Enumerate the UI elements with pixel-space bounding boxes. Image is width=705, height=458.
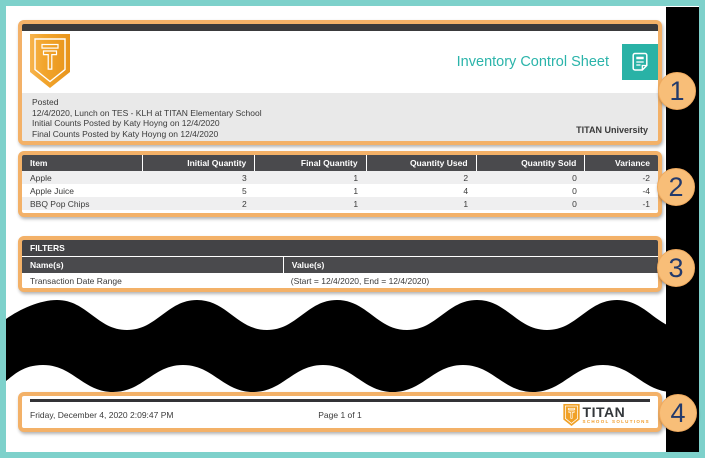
footer-titan-logo: TITAN SCHOOL SOLUTIONS — [562, 403, 650, 426]
filters-title-bar: FILTERS — [22, 240, 658, 256]
filter-name: Transaction Date Range — [30, 275, 122, 286]
cell-variance: -2 — [642, 172, 650, 183]
filters-title: FILTERS — [30, 243, 65, 253]
cell-used: 2 — [463, 172, 469, 183]
column-header-names: Name(s) — [30, 260, 64, 270]
titan-shield-logo — [30, 34, 70, 88]
cell-sold: 0 — [572, 172, 577, 183]
filter-value: (Start = 12/4/2020, End = 12/4/2020) — [290, 275, 430, 286]
cell-initial: 2 — [242, 198, 247, 209]
cell-variance: -4 — [642, 185, 650, 196]
table-row: Apple 3 1 2 0 -2 — [22, 171, 658, 184]
cell-initial: 5 — [242, 185, 247, 196]
posted-initial-counts-line: Initial Counts Posted by Katy Hoyng on 1… — [32, 118, 220, 129]
filter-row: Transaction Date Range (Start = 12/4/202… — [22, 273, 658, 288]
column-header-quantity-sold: Quantity Sold — [475, 155, 585, 171]
inventory-header-row: Item Initial Quantity Final Quantity Qua… — [22, 155, 658, 171]
footer-logo-subtitle: SCHOOL SOLUTIONS — [582, 418, 650, 424]
report-title: Inventory Control Sheet — [456, 54, 609, 70]
cell-sold: 0 — [572, 185, 577, 196]
titan-shield-icon — [562, 403, 580, 426]
table-row: BBQ Pop Chips 2 1 1 0 -1 — [22, 197, 658, 210]
cell-item: Apple — [30, 172, 52, 183]
footer-page-number: Page 1 of 1 — [318, 409, 362, 420]
column-header-quantity-used: Quantity Used — [365, 155, 477, 171]
filters-header-row: Name(s) Value(s) — [22, 257, 658, 273]
cell-item: BBQ Pop Chips — [30, 198, 90, 209]
callout-badge-3: 3 — [657, 249, 695, 287]
callout-badge-1: 1 — [658, 72, 696, 110]
table-row: Apple Juice 5 1 4 0 -4 — [22, 184, 658, 197]
column-header-variance: Variance — [584, 155, 658, 171]
cell-used: 1 — [463, 198, 469, 209]
annotation-box-header: Inventory Control Sheet Posted 12/4/2020… — [18, 20, 662, 145]
cell-variance: -1 — [642, 198, 650, 209]
annotation-box-inventory-table: Item Initial Quantity Final Quantity Qua… — [18, 151, 662, 217]
column-header-final-quantity: Final Quantity — [254, 155, 367, 171]
callout-badge-2: 2 — [657, 168, 695, 206]
posted-summary: Posted 12/4/2020, Lunch on TES - KLH at … — [22, 93, 658, 141]
footer-logo-wordmark: TITAN — [582, 403, 626, 420]
page-frame: Inventory Control Sheet Posted 12/4/2020… — [0, 0, 705, 458]
annotation-box-footer: Friday, December 4, 2020 2:09:47 PM Page… — [18, 392, 662, 432]
posted-event-line: 12/4/2020, Lunch on TES - KLH at TITAN E… — [32, 107, 262, 118]
report-header: Inventory Control Sheet — [22, 31, 658, 93]
column-header-item: Item — [22, 155, 143, 171]
torn-page-wave — [6, 300, 699, 392]
cell-final: 1 — [353, 198, 359, 209]
cell-sold: 0 — [572, 198, 577, 209]
cell-used: 4 — [463, 185, 469, 196]
cell-item: Apple Juice — [30, 185, 74, 196]
cell-initial: 3 — [242, 172, 247, 183]
posted-final-counts-line: Final Counts Posted by Katy Hoyng on 12/… — [32, 128, 219, 139]
annotation-box-filters: FILTERS Name(s) Value(s) Transaction Dat… — [18, 236, 662, 292]
column-header-initial-quantity: Initial Quantity — [142, 155, 255, 171]
cell-final: 1 — [353, 185, 359, 196]
cell-final: 1 — [353, 172, 359, 183]
posted-label: Posted — [32, 97, 59, 107]
organization-name: TITAN University — [576, 125, 648, 136]
report-document-icon — [622, 44, 658, 80]
inventory-table: Item Initial Quantity Final Quantity Qua… — [22, 155, 658, 210]
callout-badge-4: 4 — [659, 394, 697, 432]
column-header-values: Value(s) — [282, 257, 658, 273]
footer-bar: Friday, December 4, 2020 2:09:47 PM Page… — [30, 402, 650, 427]
page-top-rule — [22, 24, 658, 31]
